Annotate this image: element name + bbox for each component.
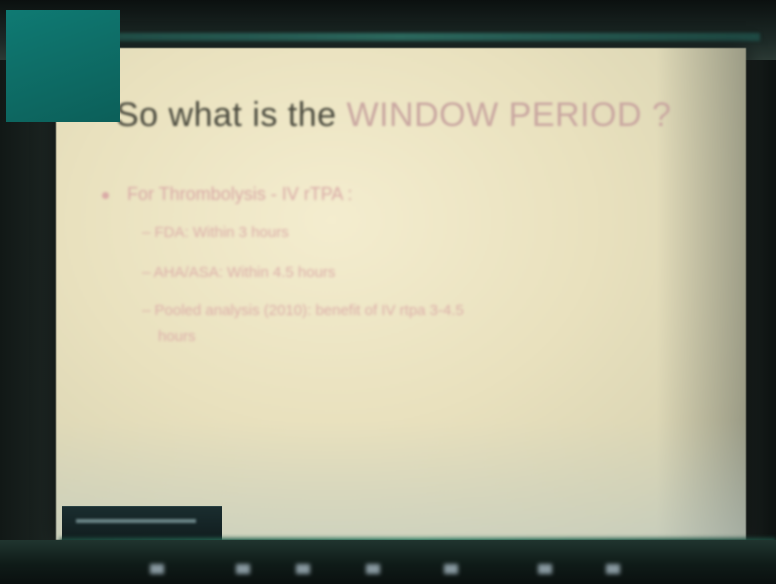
photo: So what is the WINDOW PERIOD ? For Throm… <box>0 0 776 584</box>
subpoint-fda: – FDA: Within 3 hours <box>142 224 289 241</box>
teal-corner-block <box>6 10 120 122</box>
slide-title-accent: WINDOW PERIOD ? <box>346 96 672 134</box>
taskbar-icon <box>296 564 310 574</box>
bullet-dot-icon <box>102 191 109 199</box>
subpoint-pooled: – Pooled analysis (2010): benefit of IV … <box>142 302 464 319</box>
taskbar-icon <box>150 564 164 574</box>
taskbar <box>0 540 776 584</box>
bullet-text: For Thrombolysis - IV rTPA : <box>127 184 353 204</box>
taskbar-icon <box>366 564 380 574</box>
taskbar-icon <box>236 564 250 574</box>
taskbar-icon <box>538 564 552 574</box>
top-green-stripe <box>40 33 760 41</box>
left-dark-area <box>0 60 60 540</box>
slide-title-prefix: So what is the <box>116 96 347 134</box>
subpoint-pooled-cont: hours <box>158 328 196 345</box>
taskbar-icon <box>606 564 620 574</box>
projected-slide: So what is the WINDOW PERIOD ? For Throm… <box>56 48 746 540</box>
slide-title: So what is the WINDOW PERIOD ? <box>116 96 671 135</box>
taskbar-icon <box>444 564 458 574</box>
slide-bullet: For Thrombolysis - IV rTPA : <box>102 184 352 205</box>
subpoint-aha: – AHA/ASA: Within 4.5 hours <box>142 264 336 281</box>
panel-line <box>76 519 196 523</box>
